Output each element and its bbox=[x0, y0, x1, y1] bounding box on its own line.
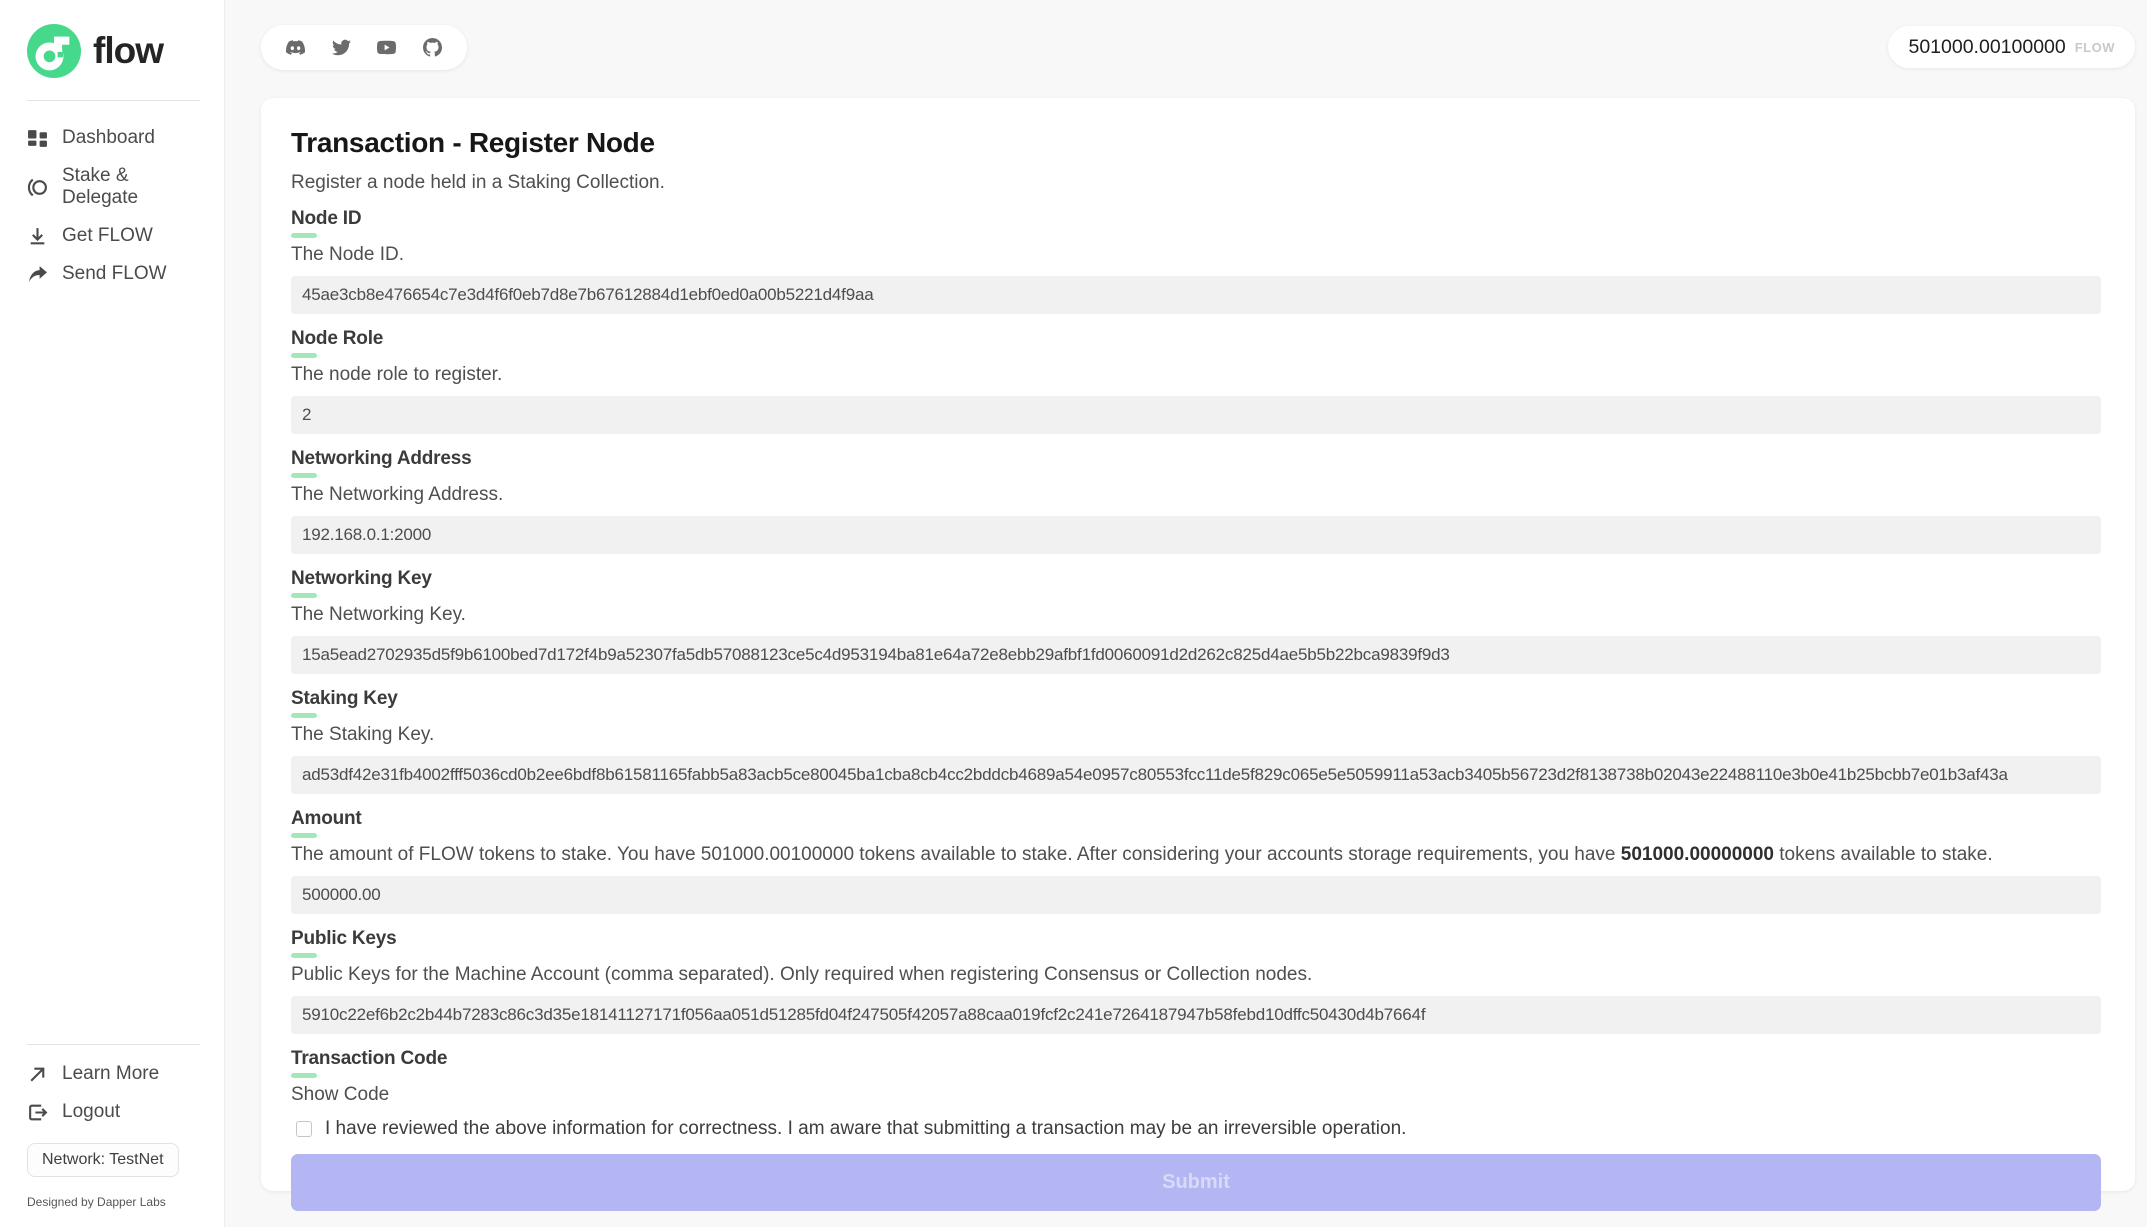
github-icon[interactable] bbox=[423, 38, 442, 57]
page-subtitle: Register a node held in a Staking Collec… bbox=[291, 172, 2101, 194]
available-tokens-bold: 501000.00000000 bbox=[1621, 844, 1774, 865]
balance-currency: FLOW bbox=[2075, 40, 2115, 55]
label-underline bbox=[291, 473, 317, 478]
stake-circles-icon bbox=[27, 177, 48, 198]
field-transaction-code: Transaction Code Show Code bbox=[291, 1048, 2101, 1106]
field-public-keys: Public Keys Public Keys for the Machine … bbox=[291, 928, 2101, 1034]
field-description: The Networking Address. bbox=[291, 484, 2101, 506]
sidebar: flow Dashboard Stake & Delegate G bbox=[0, 0, 225, 1227]
field-label: Staking Key bbox=[291, 688, 2101, 710]
label-underline bbox=[291, 1073, 317, 1078]
sidebar-item-logout[interactable]: Logout bbox=[27, 1101, 200, 1123]
label-underline bbox=[291, 953, 317, 958]
sidebar-item-label: Send FLOW bbox=[62, 263, 167, 285]
public-keys-input[interactable] bbox=[291, 996, 2101, 1034]
discord-icon[interactable] bbox=[286, 38, 305, 57]
amount-input[interactable] bbox=[291, 876, 2101, 914]
field-description: The amount of FLOW tokens to stake. You … bbox=[291, 844, 2101, 866]
label-underline bbox=[291, 353, 317, 358]
field-amount: Amount The amount of FLOW tokens to stak… bbox=[291, 808, 2101, 914]
field-label: Networking Address bbox=[291, 448, 2101, 470]
flow-logo-icon bbox=[27, 24, 81, 78]
label-underline bbox=[291, 593, 317, 598]
sidebar-item-label: Learn More bbox=[62, 1063, 159, 1085]
download-icon bbox=[27, 226, 48, 247]
label-underline bbox=[291, 713, 317, 718]
field-staking-key: Staking Key The Staking Key. bbox=[291, 688, 2101, 794]
main-area: 501000.00100000 FLOW Transaction - Regis… bbox=[225, 0, 2147, 1227]
field-description: The node role to register. bbox=[291, 364, 2101, 386]
social-links-pill bbox=[261, 25, 467, 70]
sidebar-item-label: Stake & Delegate bbox=[62, 165, 200, 209]
account-balance-pill: 501000.00100000 FLOW bbox=[1888, 26, 2135, 68]
field-networking-key: Networking Key The Networking Key. bbox=[291, 568, 2101, 674]
sidebar-item-label: Get FLOW bbox=[62, 225, 153, 247]
field-label: Transaction Code bbox=[291, 1048, 2101, 1070]
field-label: Node Role bbox=[291, 328, 2101, 350]
field-description: The Staking Key. bbox=[291, 724, 2101, 746]
field-label: Public Keys bbox=[291, 928, 2101, 950]
field-description: The Networking Key. bbox=[291, 604, 2101, 626]
sidebar-item-send-flow[interactable]: Send FLOW bbox=[27, 263, 200, 285]
external-link-icon bbox=[27, 1064, 48, 1085]
field-description: The Node ID. bbox=[291, 244, 2101, 266]
networking-key-input[interactable] bbox=[291, 636, 2101, 674]
node-id-input[interactable] bbox=[291, 276, 2101, 314]
logout-icon bbox=[27, 1102, 48, 1123]
sidebar-item-label: Logout bbox=[62, 1101, 120, 1123]
submit-button[interactable]: Submit bbox=[291, 1154, 2101, 1211]
sidebar-footer-nav: Learn More Logout bbox=[27, 1063, 200, 1123]
balance-amount: 501000.00100000 bbox=[1908, 36, 2065, 59]
field-node-id: Node ID The Node ID. bbox=[291, 208, 2101, 314]
flow-logo[interactable]: flow bbox=[27, 24, 200, 78]
dashboard-grid-icon bbox=[27, 128, 48, 149]
credit-text: Designed by Dapper Labs bbox=[27, 1195, 200, 1209]
confirm-checkbox[interactable] bbox=[296, 1121, 312, 1137]
flow-wordmark: flow bbox=[93, 30, 163, 72]
label-underline bbox=[291, 233, 317, 238]
field-label: Amount bbox=[291, 808, 2101, 830]
staking-key-input[interactable] bbox=[291, 756, 2101, 794]
field-networking-address: Networking Address The Networking Addres… bbox=[291, 448, 2101, 554]
youtube-icon[interactable] bbox=[377, 38, 396, 57]
sidebar-item-get-flow[interactable]: Get FLOW bbox=[27, 225, 200, 247]
sidebar-item-label: Dashboard bbox=[62, 127, 155, 149]
network-badge: Network: TestNet bbox=[27, 1143, 179, 1177]
send-arrow-icon bbox=[27, 264, 48, 285]
show-code-toggle[interactable]: Show Code bbox=[291, 1084, 389, 1106]
sidebar-item-dashboard[interactable]: Dashboard bbox=[27, 127, 200, 149]
confirm-label: I have reviewed the above information fo… bbox=[325, 1118, 1406, 1140]
field-label: Networking Key bbox=[291, 568, 2101, 590]
field-node-role: Node Role The node role to register. bbox=[291, 328, 2101, 434]
page-title: Transaction - Register Node bbox=[291, 127, 2101, 159]
label-underline bbox=[291, 833, 317, 838]
node-role-input[interactable] bbox=[291, 396, 2101, 434]
transaction-card: Transaction - Register Node Register a n… bbox=[261, 98, 2135, 1191]
confirmation-row: I have reviewed the above information fo… bbox=[291, 1118, 2101, 1140]
sidebar-item-stake-delegate[interactable]: Stake & Delegate bbox=[27, 165, 200, 209]
sidebar-item-learn-more[interactable]: Learn More bbox=[27, 1063, 200, 1085]
sidebar-divider-bottom bbox=[27, 1044, 200, 1045]
sidebar-divider-top bbox=[27, 100, 200, 101]
sidebar-nav: Dashboard Stake & Delegate Get FLOW Send… bbox=[27, 127, 200, 285]
sidebar-footer: Learn More Logout Network: TestNet Desig… bbox=[27, 1022, 200, 1209]
field-label: Node ID bbox=[291, 208, 2101, 230]
twitter-icon[interactable] bbox=[332, 38, 351, 57]
networking-address-input[interactable] bbox=[291, 516, 2101, 554]
field-description: Public Keys for the Machine Account (com… bbox=[291, 964, 2101, 986]
topbar: 501000.00100000 FLOW bbox=[261, 25, 2135, 70]
